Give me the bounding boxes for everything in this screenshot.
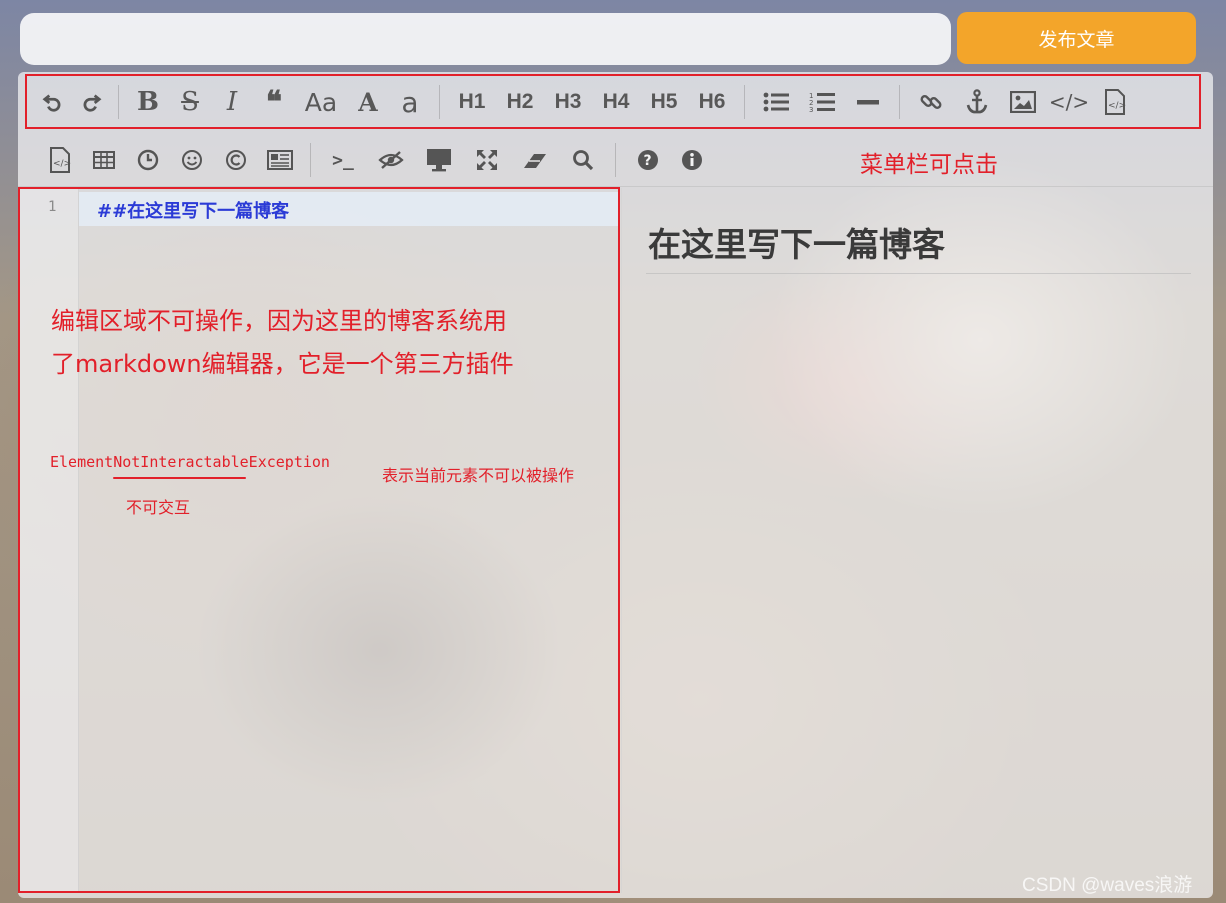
editor-annotation-line-2: 了markdown编辑器，它是一个第三方插件 — [51, 350, 514, 378]
redo-icon[interactable] — [72, 84, 110, 120]
exception-description-annotation: 表示当前元素不可以被操作 — [382, 466, 575, 485]
toolbar-separator — [310, 143, 311, 177]
code-icon[interactable]: </> — [1046, 84, 1092, 120]
svg-text:</>: </> — [1108, 101, 1126, 111]
bold-icon[interactable]: B — [127, 84, 169, 120]
uppercase-icon[interactable]: Aa — [295, 84, 347, 120]
publish-article-button[interactable]: 发布文章 — [957, 12, 1196, 64]
csdn-watermark: CSDN @waves浪游 — [1022, 875, 1193, 896]
editor-annotation-text: 编辑区域不可操作，因为这里的博客系统用 了markdown编辑器，它是一个第三方… — [51, 300, 611, 386]
svg-text:</>: </> — [53, 159, 71, 169]
svg-text:3: 3 — [809, 106, 813, 114]
editor-annotation-line-1: 编辑区域不可操作，因为这里的博客系统用 — [51, 307, 507, 335]
lowercase-icon[interactable]: a — [389, 84, 431, 120]
clear-icon[interactable] — [511, 142, 559, 178]
line-number: 1 — [48, 199, 57, 215]
italic-icon[interactable]: I — [211, 84, 253, 120]
quote-icon[interactable]: ❝ — [253, 84, 295, 120]
emoji-icon[interactable] — [170, 142, 214, 178]
code-block-icon[interactable]: </> — [1092, 84, 1138, 120]
h4-button[interactable]: H4 — [592, 84, 640, 120]
ucfirst-icon[interactable]: A — [347, 84, 389, 120]
not-interactive-annotation: 不可交互 — [126, 498, 191, 517]
fullscreen-icon[interactable] — [463, 142, 511, 178]
search-icon[interactable] — [559, 142, 607, 178]
datetime-icon[interactable] — [126, 142, 170, 178]
toolbar-separator — [744, 85, 745, 119]
anchor-icon[interactable] — [954, 84, 1000, 120]
toolbar-row-1: B S I ❝ Aa A a H1 H2 H3 H4 H5 H6 123 </>… — [24, 76, 1200, 128]
help-icon[interactable]: ? — [624, 142, 672, 178]
code-editor-line: ##在这里写下一篇博客 — [97, 201, 290, 222]
menu-clickable-annotation: 菜单栏可点击 — [860, 152, 998, 178]
h6-button[interactable]: H6 — [688, 84, 736, 120]
horizontal-rule-icon[interactable] — [845, 84, 891, 120]
article-title-input[interactable] — [20, 13, 951, 65]
h5-button[interactable]: H5 — [640, 84, 688, 120]
preview-heading-rule — [646, 273, 1191, 274]
image-icon[interactable] — [1000, 84, 1046, 120]
ordered-list-icon[interactable]: 123 — [799, 84, 845, 120]
h3-button[interactable]: H3 — [544, 84, 592, 120]
terminal-icon[interactable]: >_ — [319, 142, 367, 178]
exception-annotation: ElementNotInteractableException — [50, 453, 330, 471]
preview-heading: 在这里写下一篇博客 — [648, 225, 945, 264]
watch-toggle-icon[interactable] — [367, 142, 415, 178]
preview-divider — [621, 188, 622, 893]
toolbar-separator — [899, 85, 900, 119]
toolbar-separator — [118, 85, 119, 119]
svg-text:?: ? — [644, 153, 652, 169]
toolbar-separator — [615, 143, 616, 177]
unordered-list-icon[interactable] — [753, 84, 799, 120]
h1-button[interactable]: H1 — [448, 84, 496, 120]
table-icon[interactable] — [82, 142, 126, 178]
info-icon[interactable] — [672, 142, 712, 178]
exception-underline — [113, 477, 246, 479]
strikethrough-icon[interactable]: S — [169, 84, 211, 120]
link-icon[interactable] — [908, 84, 954, 120]
line-number-gutter — [20, 188, 79, 891]
preformatted-text-icon[interactable]: </> — [38, 142, 82, 178]
html-entities-icon[interactable] — [214, 142, 258, 178]
preview-icon[interactable] — [415, 142, 463, 178]
toolbar-separator — [439, 85, 440, 119]
h2-button[interactable]: H2 — [496, 84, 544, 120]
pagebreak-icon[interactable] — [258, 142, 302, 178]
toolbar-row-2: </> >_ ? — [38, 134, 1198, 186]
undo-icon[interactable] — [34, 84, 72, 120]
toolbar-divider — [18, 186, 1213, 187]
